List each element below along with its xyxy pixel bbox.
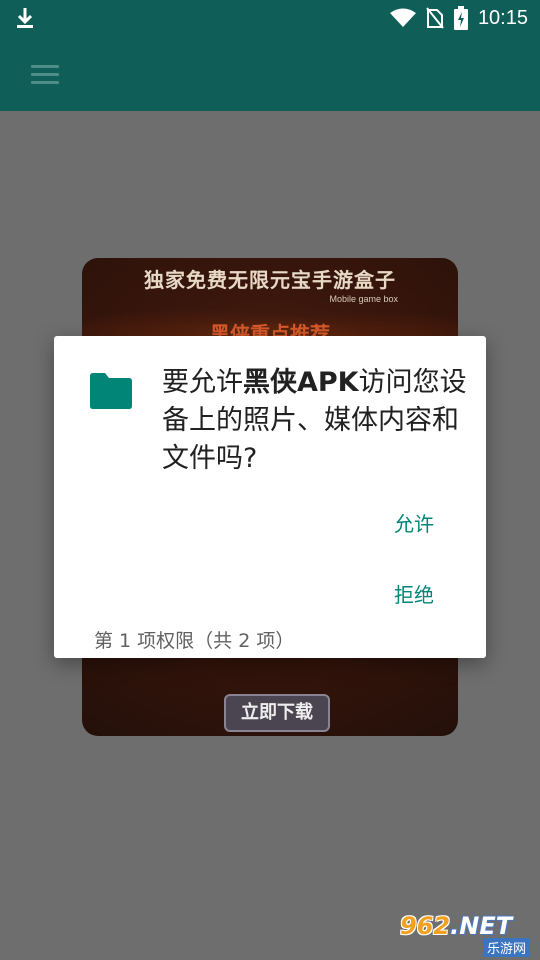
app-name: 黑侠APK xyxy=(243,367,359,398)
watermark-site-name: 乐游网 xyxy=(482,938,530,957)
banner-subtitle: Mobile game box xyxy=(329,294,398,304)
folder-icon xyxy=(90,373,132,409)
banner-title: 独家免费无限元宝手游盒子 xyxy=(144,268,396,292)
status-icons: 10:15 xyxy=(389,0,528,36)
app-bar xyxy=(0,36,540,111)
hamburger-menu-icon[interactable] xyxy=(31,65,59,85)
allow-button[interactable]: 允许 xyxy=(394,502,434,543)
status-bar: 10:15 xyxy=(0,0,540,36)
watermark-logo: 962.NET xyxy=(400,912,513,940)
wifi-icon xyxy=(389,8,416,27)
clock: 10:15 xyxy=(477,6,528,29)
no-sim-icon xyxy=(426,7,444,29)
battery-charging-icon xyxy=(453,6,468,30)
permission-dialog: 要允许黑侠APK访问您设备上的照片、媒体内容和文件吗? 允许 拒绝 第 1 项权… xyxy=(54,336,486,658)
download-now-button[interactable]: 立即下载 xyxy=(224,694,330,732)
permission-prompt: 要允许黑侠APK访问您设备上的照片、媒体内容和文件吗? xyxy=(162,364,472,478)
site-watermark: 962.NET 乐游网 xyxy=(400,910,536,957)
download-icon xyxy=(17,8,33,28)
deny-button[interactable]: 拒绝 xyxy=(394,573,434,614)
permission-counter: 第 1 项权限（共 2 项） xyxy=(94,630,295,652)
prompt-prefix: 要允许 xyxy=(162,367,243,398)
